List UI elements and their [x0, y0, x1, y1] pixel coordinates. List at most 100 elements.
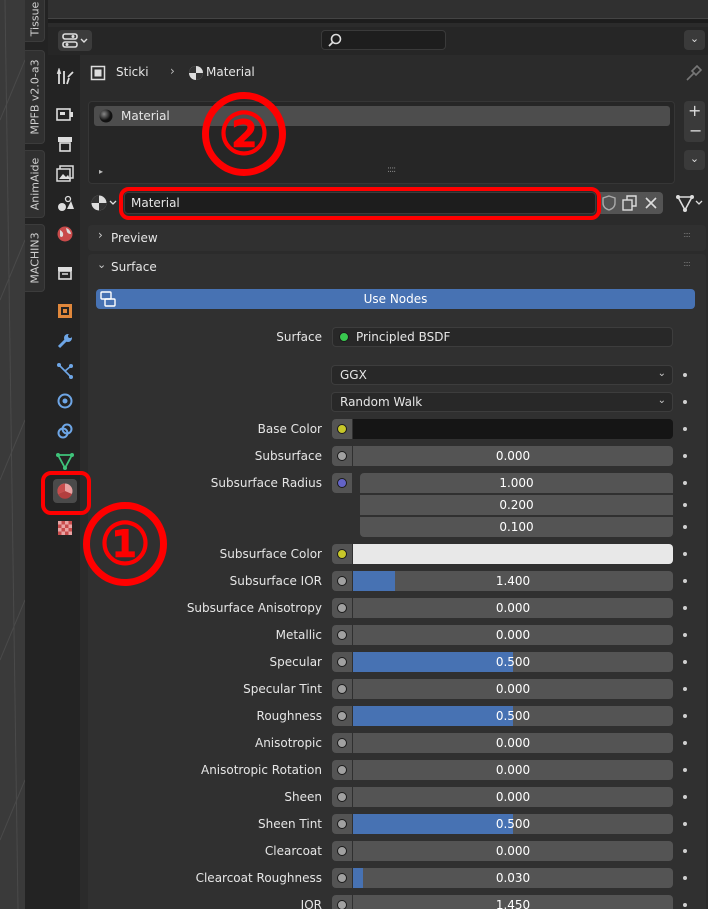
keyframe-dot-icon[interactable] [683, 876, 687, 880]
keyframe-dot-icon[interactable] [683, 687, 687, 691]
anisotropic-socket-button[interactable] [332, 733, 352, 753]
subsurface-slider[interactable]: 0.000 [353, 446, 673, 466]
clearcoat-roughness-slider[interactable]: 0.030 [353, 868, 673, 888]
tab-world[interactable] [53, 222, 77, 246]
tab-render[interactable] [53, 102, 77, 126]
specular-tint-slider[interactable]: 0.000 [353, 679, 673, 699]
ior-socket-button[interactable] [332, 895, 352, 909]
preview-panel-header[interactable]: › Preview :::: [88, 225, 706, 251]
anisotropic-slider[interactable]: 0.000 [353, 733, 673, 753]
keyframe-dot-icon[interactable] [683, 503, 687, 507]
sidebar-tab-animaide[interactable]: AnimAide [25, 150, 45, 218]
anisotropic-rotation-socket-button[interactable] [332, 760, 352, 780]
clearcoat-roughness-socket-button[interactable] [332, 868, 352, 888]
fake-user-shield-icon[interactable] [601, 195, 617, 211]
clearcoat-socket-button[interactable] [332, 841, 352, 861]
anisotropic-rotation-slider[interactable]: 0.000 [353, 760, 673, 780]
link-mode-button[interactable] [672, 192, 706, 214]
subsurface-anisotropy-slider[interactable]: 0.000 [353, 598, 673, 618]
subsurface-radius-component-field[interactable]: 0.200 [360, 495, 673, 515]
subsurface-color-socket-button[interactable] [332, 544, 352, 564]
keyframe-dot-icon[interactable] [683, 579, 687, 583]
slot-specials-button[interactable]: ⌄ [684, 150, 705, 170]
keyframe-dot-icon[interactable] [683, 454, 687, 458]
sidebar-tab-machin3[interactable]: MACHIN3 [25, 224, 45, 292]
specular-tint-socket-button[interactable] [332, 679, 352, 699]
chevron-down-icon[interactable]: ⌄ [684, 30, 705, 50]
keyframe-dot-icon[interactable] [683, 660, 687, 664]
metallic-slider[interactable]: 0.000 [353, 625, 673, 645]
use-nodes-button[interactable]: Use Nodes [96, 289, 695, 309]
expand-icon[interactable]: ▸ [99, 167, 103, 176]
subsurface-ior-socket-button[interactable] [332, 571, 352, 591]
keyframe-dot-icon[interactable] [683, 525, 687, 529]
tab-view-layer[interactable] [53, 162, 77, 186]
unlink-close-icon[interactable] [644, 196, 658, 210]
sidebar-tab-mpfb[interactable]: MPFB v2.0-a3 [25, 50, 45, 144]
keyframe-dot-icon[interactable] [683, 606, 687, 610]
keyframe-dot-icon[interactable] [683, 849, 687, 853]
duplicate-icon[interactable] [622, 195, 638, 211]
sheen-socket-button[interactable] [332, 787, 352, 807]
sheen-slider[interactable]: 0.000 [353, 787, 673, 807]
keyframe-dot-icon[interactable] [683, 552, 687, 556]
metallic-socket-button[interactable] [332, 625, 352, 645]
add-slot-button[interactable]: + [688, 101, 701, 120]
sheen-tint-slider[interactable]: 0.500 [353, 814, 673, 834]
tab-particles[interactable] [53, 359, 77, 383]
tab-data[interactable] [53, 449, 77, 473]
keyframe-dot-icon[interactable] [683, 903, 687, 907]
keyframe-dot-icon[interactable] [683, 400, 687, 404]
subsurface-socket-button[interactable] [332, 446, 352, 466]
keyframe-dot-icon[interactable] [683, 768, 687, 772]
browse-material-button[interactable] [88, 192, 120, 214]
drag-handle-icon[interactable]: :::: [683, 230, 691, 239]
remove-slot-button[interactable]: − [689, 121, 702, 140]
tab-modifiers[interactable] [53, 329, 77, 353]
keyframe-dot-icon[interactable] [683, 481, 687, 485]
keyframe-dot-icon[interactable] [683, 822, 687, 826]
tab-constraints[interactable] [53, 419, 77, 443]
ior-slider[interactable]: 1.450 [353, 895, 673, 909]
tab-physics[interactable] [53, 389, 77, 413]
socket-icon [337, 657, 347, 667]
keyframe-dot-icon[interactable] [683, 741, 687, 745]
tab-texture[interactable] [53, 516, 77, 540]
subsurface-radius-component-field[interactable]: 1.000 [360, 473, 673, 493]
subsurface-radius-component-field[interactable]: 0.100 [360, 517, 673, 537]
keyframe-dot-icon[interactable] [683, 714, 687, 718]
keyframe-dot-icon[interactable] [683, 427, 687, 431]
search-input[interactable] [321, 30, 446, 50]
pin-icon[interactable] [686, 65, 702, 81]
tab-output[interactable] [53, 132, 77, 156]
tab-collection[interactable] [53, 261, 77, 285]
subsurface-radius-socket-button[interactable] [332, 473, 352, 493]
tab-tool[interactable] [53, 65, 77, 89]
tab-object[interactable] [53, 299, 77, 323]
subsurface-anisotropy-socket-button[interactable] [332, 598, 352, 618]
base-color-socket-button[interactable] [332, 419, 352, 439]
keyframe-dot-icon[interactable] [683, 373, 687, 377]
clearcoat-slider[interactable]: 0.000 [353, 841, 673, 861]
resize-handle-icon[interactable]: :::: [387, 165, 396, 175]
viewport-edge[interactable] [0, 0, 25, 909]
distribution-dropdown[interactable]: GGX ⌄ [331, 365, 673, 385]
roughness-socket-button[interactable] [332, 706, 352, 726]
subsurface-color-color-swatch[interactable] [353, 544, 673, 564]
drag-handle-icon[interactable]: :::: [683, 259, 691, 268]
subsurface-method-dropdown[interactable]: Random Walk ⌄ [331, 392, 673, 412]
sheen-tint-socket-button[interactable] [332, 814, 352, 834]
keyframe-dot-icon[interactable] [683, 795, 687, 799]
surface-shader-field[interactable]: Principled BSDF [332, 327, 673, 347]
base-color-color-swatch[interactable] [353, 419, 673, 439]
roughness-slider[interactable]: 0.500 [353, 706, 673, 726]
surface-panel-header[interactable]: ⌄ Surface :::: [88, 254, 706, 280]
list-item[interactable]: Material [94, 106, 670, 126]
editor-type-button[interactable] [58, 30, 92, 51]
specular-socket-button[interactable] [332, 652, 352, 672]
sidebar-tab-tissue[interactable]: Tissue [25, 0, 45, 42]
subsurface-ior-slider[interactable]: 1.400 [353, 571, 673, 591]
keyframe-dot-icon[interactable] [683, 633, 687, 637]
specular-slider[interactable]: 0.500 [353, 652, 673, 672]
tab-scene[interactable] [53, 192, 77, 216]
